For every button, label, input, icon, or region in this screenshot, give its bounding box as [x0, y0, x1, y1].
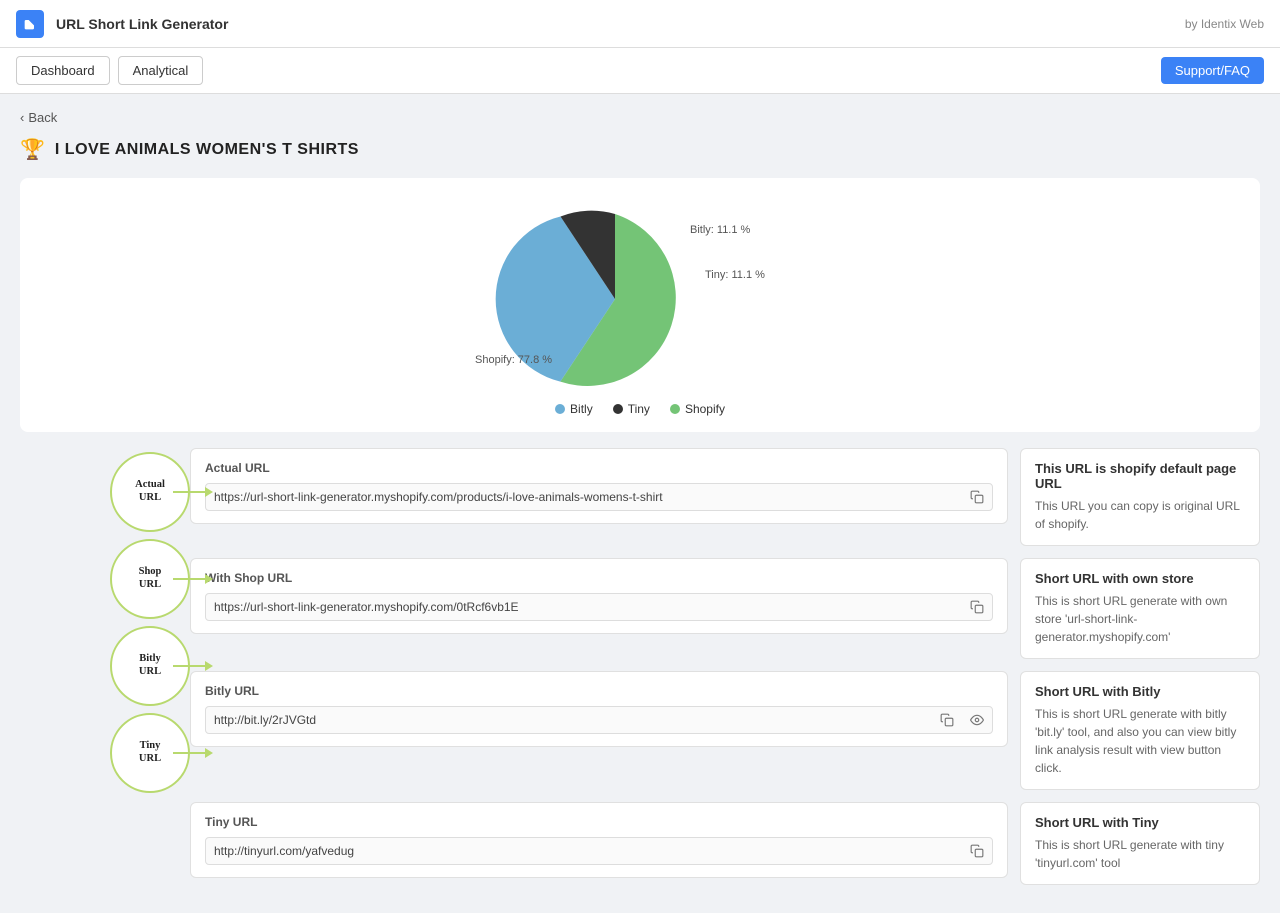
url-row-bitly: Bitly URL Short URL with Bitly This is sho…: [190, 671, 1260, 790]
bubble-arrow-bitly: [173, 665, 208, 667]
url-input-wrap-shop: [205, 593, 993, 621]
product-title: I LOVE ANIMALS WOMEN'S T SHIRTS: [55, 141, 359, 159]
support-faq-button[interactable]: Support/FAQ: [1161, 57, 1264, 84]
url-card-title-bitly: Bitly URL: [205, 684, 993, 698]
nav-buttons: Dashboard Analytical: [16, 56, 203, 85]
url-row-shop: With Shop URL Short URL with own store Thi…: [190, 558, 1260, 659]
shopify-legend-label: Shopify: [685, 402, 725, 416]
chart-legend: Bitly Tiny Shopify: [555, 402, 725, 416]
legend-tiny: Tiny: [613, 402, 650, 416]
info-card-tiny: Short URL with Tiny This is short URL gen…: [1020, 802, 1260, 885]
tiny-chart-label: Tiny: 11.1 %: [705, 269, 765, 281]
back-chevron-icon: ‹: [20, 110, 24, 125]
info-card-text-shop: This is short URL generate with own stor…: [1035, 592, 1245, 646]
bitly-legend-label: Bitly: [570, 402, 593, 416]
analytical-button[interactable]: Analytical: [118, 56, 204, 85]
nav-bar: Dashboard Analytical Support/FAQ: [0, 48, 1280, 94]
info-card-title-bitly: Short URL with Bitly: [1035, 684, 1245, 699]
url-card-bitly: Bitly URL: [190, 671, 1008, 747]
bubble-tiny: TinyURL: [20, 709, 190, 796]
info-card-title-tiny: Short URL with Tiny: [1035, 815, 1245, 830]
url-input-actual[interactable]: [206, 484, 962, 510]
url-card-tiny: Tiny URL: [190, 802, 1008, 878]
info-card-text-bitly: This is short URL generate with bitly 'b…: [1035, 705, 1245, 777]
by-label: by Identix Web: [1185, 17, 1264, 31]
copy-button-actual[interactable]: [962, 484, 992, 510]
back-label: Back: [28, 110, 57, 125]
bubble-bitly: BitlyURL: [20, 622, 190, 709]
shopify-legend-dot: [670, 404, 680, 414]
bubble-arrow-actual: [173, 491, 208, 493]
url-card-title-shop: With Shop URL: [205, 571, 993, 585]
bubble-actual: ActualURL: [20, 448, 190, 535]
copy-button-bitly[interactable]: [932, 707, 962, 733]
info-card-bitly: Short URL with Bitly This is short URL ge…: [1020, 671, 1260, 790]
url-input-wrap-actual: [205, 483, 993, 511]
header: URL Short Link Generator by Identix Web: [0, 0, 1280, 48]
header-left: URL Short Link Generator: [16, 10, 228, 38]
url-row-tiny: Tiny URL Short URL with Tiny This is short…: [190, 802, 1260, 885]
info-card-title-shop: Short URL with own store: [1035, 571, 1245, 586]
main-content: ‹ Back 🏆 I LOVE ANIMALS WOMEN'S T SHIRTS: [0, 94, 1280, 913]
url-card-shop: With Shop URL: [190, 558, 1008, 634]
tiny-legend-label: Tiny: [628, 402, 650, 416]
bubbles-sidebar: ActualURLShopURLBitlyURLTinyURL: [20, 448, 190, 897]
info-card-actual: This URL is shopify default page URL This…: [1020, 448, 1260, 546]
info-card-shop: Short URL with own store This is short UR…: [1020, 558, 1260, 659]
bubble-arrow-tiny: [173, 752, 208, 754]
bubble-shop: ShopURL: [20, 535, 190, 622]
copy-button-shop[interactable]: [962, 594, 992, 620]
bubble-arrow-shop: [173, 578, 208, 580]
info-card-text-tiny: This is short URL generate with tiny 'ti…: [1035, 836, 1245, 872]
url-card-actual: Actual URL: [190, 448, 1008, 524]
url-layout: ActualURLShopURLBitlyURLTinyURL Actual U…: [20, 448, 1260, 897]
url-input-wrap-tiny: [205, 837, 993, 865]
product-header: 🏆 I LOVE ANIMALS WOMEN'S T SHIRTS: [20, 137, 1260, 162]
legend-shopify: Shopify: [670, 402, 725, 416]
legend-bitly: Bitly: [555, 402, 593, 416]
url-input-tiny[interactable]: [206, 838, 962, 864]
app-icon: [16, 10, 44, 38]
url-input-wrap-bitly: [205, 706, 993, 734]
dashboard-button[interactable]: Dashboard: [16, 56, 110, 85]
chart-section: Bitly: 11.1 % Tiny: 11.1 % Shopify: 77.8…: [20, 178, 1260, 432]
url-row-actual: Actual URL This URL is shopify default pa…: [190, 448, 1260, 546]
tiny-legend-dot: [613, 404, 623, 414]
info-card-title-actual: This URL is shopify default page URL: [1035, 461, 1245, 491]
back-link[interactable]: ‹ Back: [20, 110, 1260, 125]
url-card-title-tiny: Tiny URL: [205, 815, 993, 829]
app-title: URL Short Link Generator: [56, 16, 228, 32]
url-input-shop[interactable]: [206, 594, 962, 620]
url-content: Actual URL This URL is shopify default pa…: [190, 448, 1260, 897]
shopify-chart-label: Shopify: 77.8 %: [475, 354, 552, 366]
eye-button-bitly[interactable]: [962, 707, 992, 733]
bitly-chart-label: Bitly: 11.1 %: [690, 224, 750, 236]
url-card-title-actual: Actual URL: [205, 461, 993, 475]
pie-chart: Bitly: 11.1 % Tiny: 11.1 % Shopify: 77.8…: [460, 194, 820, 394]
url-input-bitly[interactable]: [206, 707, 932, 733]
copy-button-tiny[interactable]: [962, 838, 992, 864]
bitly-legend-dot: [555, 404, 565, 414]
product-icon: 🏆: [20, 137, 45, 162]
info-card-text-actual: This URL you can copy is original URL of…: [1035, 497, 1245, 533]
